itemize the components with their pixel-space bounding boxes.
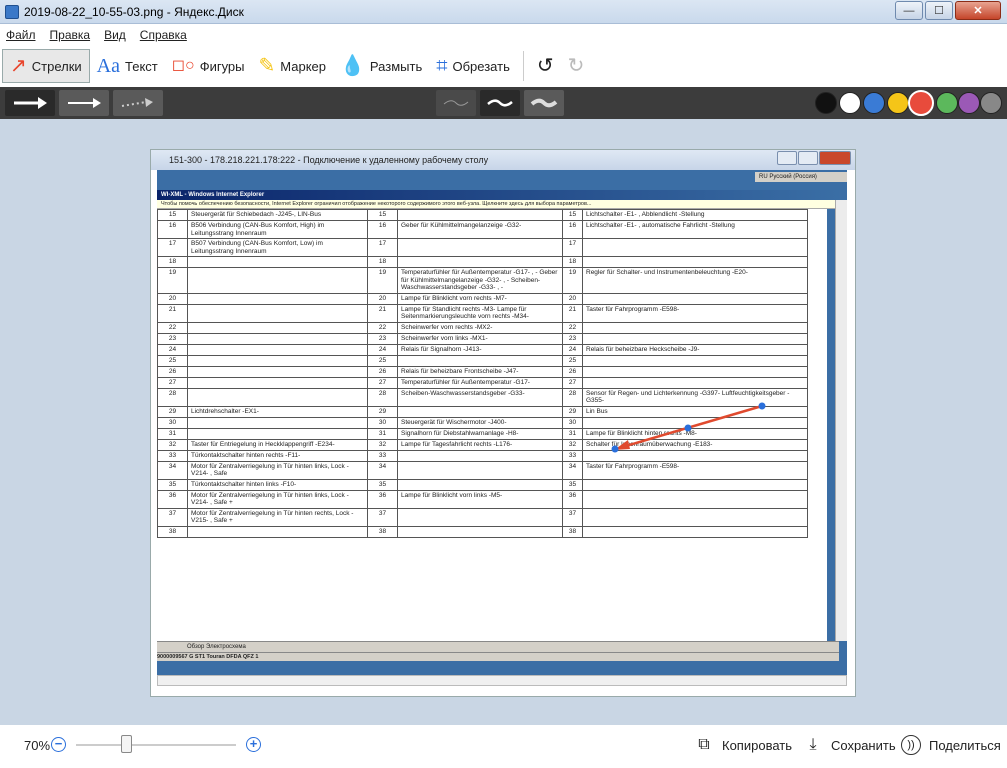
arrow-icon: ↗: [10, 55, 27, 77]
color-purple[interactable]: [958, 92, 980, 114]
thin-wave-icon: [443, 100, 469, 106]
color-gray[interactable]: [980, 92, 1002, 114]
menu-bar: Файл Правка Вид Справка: [0, 24, 1007, 46]
copy-label: Копировать: [722, 737, 792, 753]
share-button[interactable]: )) Поделиться: [901, 735, 1001, 755]
color-yellow[interactable]: [887, 92, 909, 114]
undo-button[interactable]: ↺: [530, 49, 561, 83]
blur-drop-icon: 💧: [340, 55, 365, 77]
window-title: 2019-08-22_10-55-03.png - Яндекс.Диск: [24, 4, 244, 19]
tool-crop[interactable]: ⌗ Обрезать: [429, 49, 517, 83]
tool-crop-label: Обрезать: [452, 58, 510, 74]
shapes-icon: ◻○: [171, 57, 195, 74]
minimize-button[interactable]: —: [895, 1, 923, 20]
redo-button[interactable]: ↻: [561, 49, 592, 83]
save-label: Сохранить: [831, 737, 896, 753]
tool-text[interactable]: Aa Текст: [90, 49, 165, 83]
editor-toolbar: ↗ Стрелки Aa Текст ◻○ Фигуры ✎ Маркер 💧 …: [0, 46, 1007, 86]
arrow-annotation[interactable]: [151, 150, 857, 698]
zoom-level: 70%: [24, 738, 51, 753]
tool-marker[interactable]: ✎ Маркер: [252, 49, 334, 83]
close-button[interactable]: ✕: [955, 1, 1001, 20]
tool-shapes-label: Фигуры: [199, 58, 245, 74]
share-label: Поделиться: [929, 737, 1001, 753]
text-icon: Aa: [96, 55, 120, 77]
dotted-arrow-icon: [121, 98, 153, 107]
copy-button[interactable]: ⧉ Копировать: [694, 735, 792, 755]
undo-icon: ↺: [536, 55, 554, 77]
line-thin[interactable]: [436, 90, 476, 116]
window-titlebar: 2019-08-22_10-55-03.png - Яндекс.Диск — …: [0, 0, 1007, 24]
zoom-in-button[interactable]: +: [246, 737, 261, 752]
color-blue[interactable]: [863, 92, 885, 114]
tool-arrows-label: Стрелки: [31, 58, 82, 74]
toolbar-separator: [522, 51, 524, 81]
crop-icon: ⌗: [436, 55, 448, 77]
arrow-style-thin[interactable]: [59, 90, 109, 116]
tool-blur[interactable]: 💧 Размыть: [333, 49, 429, 83]
color-white[interactable]: [839, 92, 861, 114]
edited-screenshot[interactable]: 151-300 - 178.218.221.178:222 - Подключе…: [150, 149, 856, 697]
arrow-handle-mid[interactable]: [684, 424, 692, 432]
tool-marker-label: Маркер: [280, 58, 327, 74]
medium-wave-icon: [487, 99, 513, 107]
thick-arrow-icon: [14, 97, 47, 109]
tool-arrows[interactable]: ↗ Стрелки: [2, 49, 90, 83]
thin-arrow-icon: [68, 98, 101, 108]
tool-shapes[interactable]: ◻○ Фигуры: [165, 49, 252, 83]
marker-icon: ✎: [258, 55, 276, 77]
line-medium[interactable]: [480, 90, 520, 116]
style-bar: [0, 87, 1007, 119]
app-icon: [5, 4, 19, 19]
zoom-out-button[interactable]: −: [51, 737, 66, 752]
share-icon: )): [901, 735, 921, 755]
redo-icon: ↻: [567, 55, 585, 77]
maximize-button[interactable]: ☐: [925, 1, 953, 20]
color-green[interactable]: [936, 92, 958, 114]
color-black[interactable]: [815, 92, 837, 114]
menu-help[interactable]: Справка: [140, 28, 187, 42]
save-button[interactable]: ⤓ Сохранить: [803, 735, 896, 755]
arrow-style-thick[interactable]: [5, 90, 55, 116]
zoom-slider-thumb[interactable]: [121, 735, 132, 753]
menu-view[interactable]: Вид: [104, 28, 126, 42]
download-icon: ⤓: [809, 736, 817, 753]
thick-wave-icon: [530, 98, 558, 108]
tool-blur-label: Размыть: [369, 58, 423, 74]
line-thick[interactable]: [524, 90, 564, 116]
arrow-handle-start[interactable]: [611, 445, 619, 453]
zoom-slider-track[interactable]: [76, 744, 236, 746]
arrow-handle-end[interactable]: [758, 402, 766, 410]
menu-file[interactable]: Файл: [6, 28, 36, 42]
arrow-style-dotted[interactable]: [113, 90, 163, 116]
bottom-bar: 70% − + ⧉ Копировать ⤓ Сохранить )) Поде…: [0, 725, 1007, 768]
menu-edit[interactable]: Правка: [50, 28, 91, 42]
image-canvas[interactable]: 151-300 - 178.218.221.178:222 - Подключе…: [0, 119, 1007, 725]
tool-text-label: Текст: [125, 58, 158, 74]
copy-icon: ⧉: [698, 736, 710, 753]
color-red[interactable]: [908, 90, 934, 116]
